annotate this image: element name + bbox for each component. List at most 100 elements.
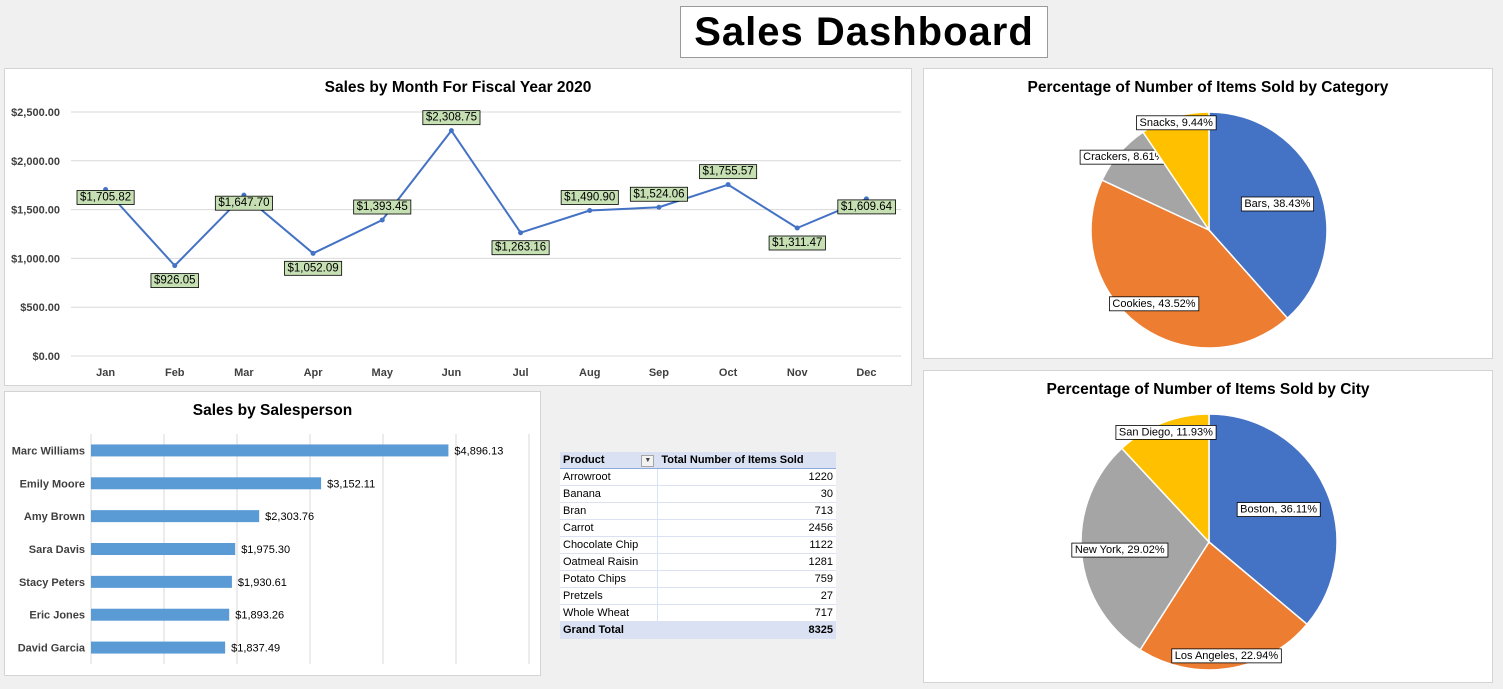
data-label: Snacks, 9.44% [1136, 115, 1217, 131]
data-point [725, 182, 731, 188]
category-label: Marc Williams [12, 445, 85, 457]
data-label-text: $1,647.70 [218, 197, 269, 209]
category-label: Amy Brown [24, 511, 85, 523]
x-tick-label: May [372, 367, 394, 379]
pivot-header-total: Total Number of Items Sold [657, 452, 836, 469]
data-point [310, 250, 316, 256]
dashboard-title-box[interactable]: Sales Dashboard [680, 6, 1048, 58]
data-label-text: Boston, 36.11% [1240, 504, 1317, 516]
data-point [794, 225, 800, 231]
x-tick-label: Dec [856, 367, 876, 379]
data-label: Cookies, 43.52% [1109, 296, 1200, 312]
data-label: Los Angeles, 22.94% [1171, 648, 1282, 664]
dashboard-title: Sales Dashboard [694, 10, 1034, 54]
category-pie-chart[interactable]: Percentage of Number of Items Sold by Ca… [923, 68, 1493, 359]
data-point [379, 217, 385, 223]
pivot-product-cell: Arrowroot [560, 468, 659, 486]
data-point [448, 128, 454, 134]
salesperson-chart[interactable]: Sales by Salesperson Marc Williams $4,896… [4, 391, 541, 676]
data-label: $1,311.47 [768, 235, 826, 251]
pivot-row: Pretzels 27 [560, 587, 836, 605]
data-label: $1,490.90 [560, 190, 619, 205]
y-tick-label: $0.00 [32, 351, 60, 363]
category-label: Sara Davis [29, 544, 85, 556]
pivot-total-cell: 1281 [657, 553, 836, 571]
data-label-text: $1,393.45 [357, 201, 408, 213]
city-pie-chart[interactable]: Percentage of Number of Items Sold by Ci… [923, 370, 1493, 683]
pivot-product-cell: Oatmeal Raisin [560, 553, 659, 571]
data-label: $1,647.70 [214, 195, 273, 211]
bar [91, 641, 226, 654]
data-label: $1,705.82 [76, 190, 135, 205]
data-label: $1,393.45 [353, 199, 412, 215]
pivot-header-row: Product ▼ Total Number of Items Sold [560, 452, 836, 469]
x-tick-label: Jul [513, 367, 529, 379]
data-label: $1,524.06 [629, 186, 688, 202]
pivot-row: Banana 30 [560, 485, 836, 503]
data-label-text: Los Angeles, 22.94% [1175, 650, 1279, 662]
data-label: $4,896.13 [454, 445, 503, 457]
data-label: Bars, 38.43% [1240, 196, 1315, 212]
pivot-total-cell: 30 [657, 485, 836, 503]
data-point [172, 263, 178, 269]
pivot-row: Potato Chips 759 [560, 570, 836, 588]
pivot-product-cell: Pretzels [560, 587, 659, 605]
x-tick-label: Mar [234, 367, 254, 379]
pivot-row: Arrowroot 1220 [560, 468, 836, 486]
bar [91, 444, 449, 457]
grand-total-value: 8325 [657, 621, 836, 639]
data-label-text: $1,490.90 [564, 191, 615, 203]
pivot-product-cell: Carrot [560, 519, 659, 537]
y-tick-label: $2,500.00 [11, 107, 60, 119]
x-tick-label: Aug [579, 367, 600, 379]
x-tick-label: Apr [304, 367, 324, 379]
y-tick-label: $1,500.00 [11, 205, 60, 217]
data-label: $1,930.61 [238, 577, 287, 589]
data-label: $926.05 [150, 273, 199, 289]
category-label: David Garcia [18, 643, 86, 655]
data-point [656, 204, 662, 210]
data-label: Boston, 36.11% [1236, 502, 1321, 517]
bar [91, 477, 322, 490]
bar [91, 575, 232, 588]
x-tick-label: Feb [165, 367, 185, 379]
data-label: Crackers, 8.61% [1079, 149, 1169, 165]
filter-dropdown-icon[interactable]: ▼ [641, 454, 655, 467]
x-tick-label: Sep [649, 367, 669, 379]
data-label-text: Snacks, 9.44% [1140, 117, 1214, 129]
pivot-total-cell: 1220 [657, 468, 836, 486]
bar [91, 608, 230, 621]
data-label-text: $1,311.47 [772, 237, 822, 249]
bar [91, 510, 260, 523]
pivot-product-cell: Banana [560, 485, 659, 503]
data-label-text: $1,263.16 [495, 242, 546, 254]
y-tick-label: $1,000.00 [11, 253, 60, 265]
data-label: $1,893.26 [235, 610, 284, 622]
data-label: $1,975.30 [241, 544, 290, 556]
monthly-sales-chart[interactable]: Sales by Month For Fiscal Year 2020 $0.0… [4, 68, 912, 386]
pivot-row: Carrot 2456 [560, 519, 836, 537]
pivot-total-cell: 27 [657, 587, 836, 605]
data-label: $1,837.49 [231, 643, 280, 655]
bar [91, 543, 236, 555]
pivot-product-cell: Chocolate Chip [560, 536, 659, 554]
pivot-total-cell: 1122 [657, 536, 836, 554]
category-label: Eric Jones [29, 610, 85, 622]
data-label: $1,052.09 [284, 260, 343, 276]
grand-total-label: Grand Total [560, 621, 659, 639]
data-label-text: $1,524.06 [633, 188, 684, 200]
data-label-text: $2,308.75 [426, 112, 477, 124]
pivot-total-cell: 713 [657, 502, 836, 520]
pivot-row: Chocolate Chip 1122 [560, 536, 836, 554]
x-tick-label: Jun [442, 367, 462, 379]
pivot-total-cell: 759 [657, 570, 836, 588]
data-label: San Diego, 11.93% [1115, 425, 1217, 440]
y-tick-label: $500.00 [20, 302, 60, 314]
data-label-text: Crackers, 8.61% [1083, 151, 1165, 163]
data-label: $1,263.16 [491, 240, 550, 256]
x-tick-label: Jan [96, 367, 115, 379]
data-label-text: Cookies, 43.52% [1112, 298, 1195, 310]
pivot-row: Oatmeal Raisin 1281 [560, 553, 836, 571]
pivot-table[interactable]: Product ▼ Total Number of Items Sold Arr… [560, 452, 836, 639]
data-point [587, 207, 593, 213]
